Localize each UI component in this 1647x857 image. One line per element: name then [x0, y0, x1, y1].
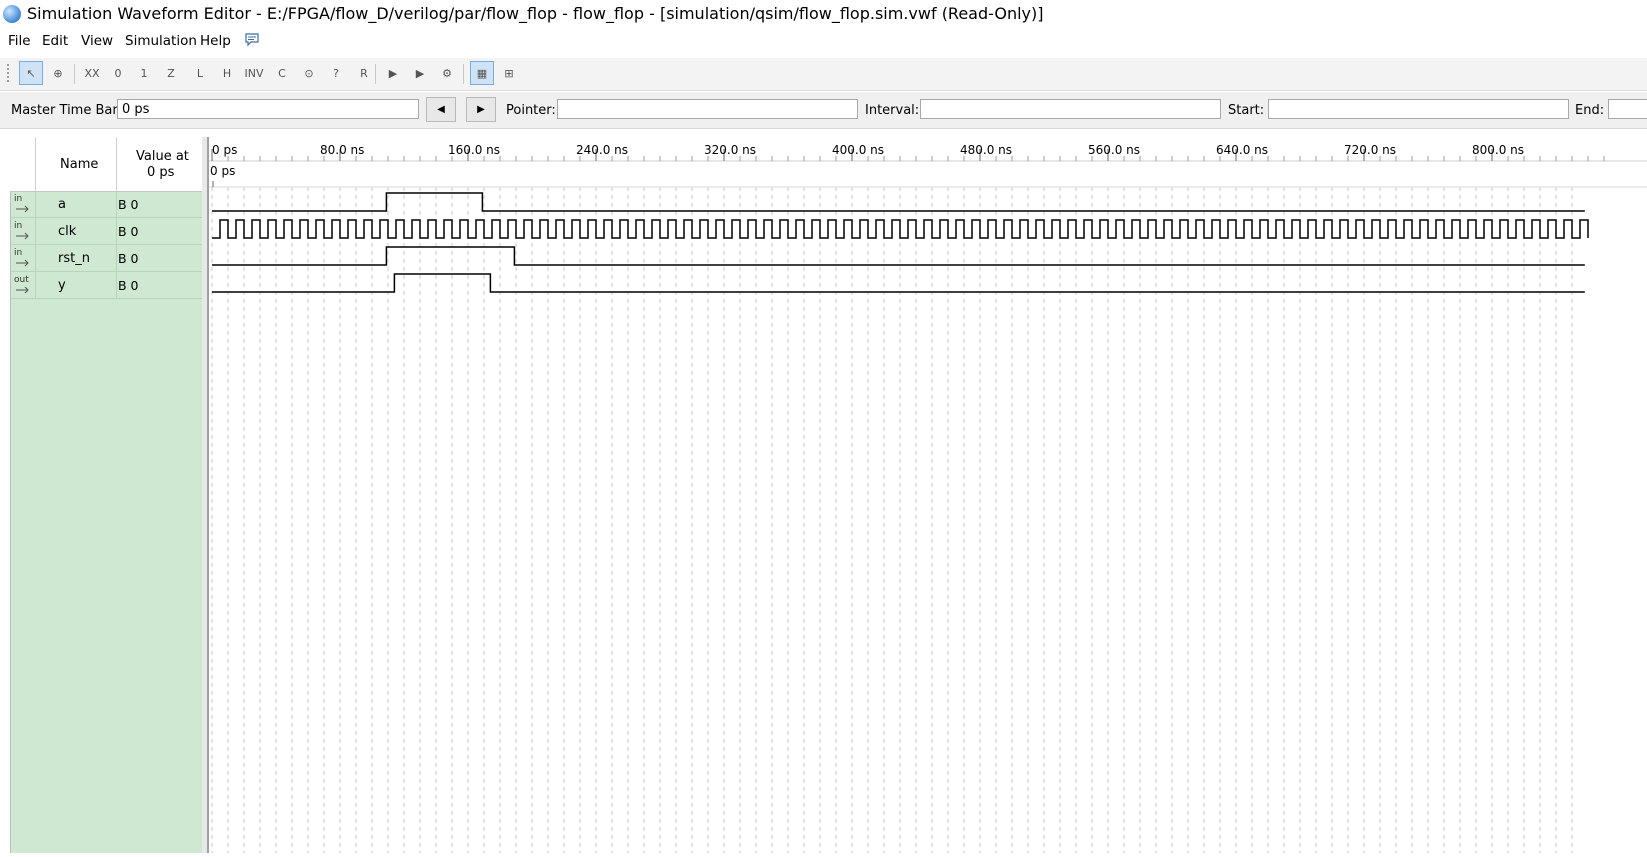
value-column-header[interactable]: Value at — [136, 149, 189, 164]
app-globe-icon — [3, 5, 21, 23]
ruler-label: 800.0 ns — [1472, 143, 1524, 157]
time-bar-row: Master Time Bar: ◀ ▶ Pointer: Interval: … — [0, 92, 1647, 129]
signal-direction: in — [14, 248, 23, 258]
ruler-label: 240.0 ns — [576, 143, 628, 157]
ruler-label: 0 ps — [212, 143, 237, 157]
signal-row[interactable]: in rst_n B 0 — [10, 245, 202, 272]
zoom-tool-icon[interactable]: ⊕ — [46, 61, 70, 85]
window-titlebar: Simulation Waveform Editor - E:/FPGA/flo… — [0, 0, 1647, 28]
end-label: End: — [1575, 103, 1605, 118]
menu-help[interactable]: Help — [200, 33, 231, 49]
waveform-clk — [212, 219, 1589, 239]
end-field[interactable] — [1608, 99, 1647, 119]
high-impedance-icon[interactable]: Z — [159, 61, 183, 85]
signal-name: y — [58, 278, 66, 293]
input-pin-icon — [16, 259, 29, 267]
invert-icon[interactable]: INV — [242, 61, 266, 85]
ruler-label: 480.0 ns — [960, 143, 1012, 157]
signal-row[interactable]: out y B 0 — [10, 272, 202, 299]
menu-view[interactable]: View — [81, 33, 113, 49]
signal-name: rst_n — [58, 251, 90, 266]
signal-value: B 0 — [118, 278, 139, 293]
waveform-rst-n — [212, 246, 1585, 266]
signal-table-header: Name Value at 0 ps — [10, 137, 202, 192]
forcing-high-icon[interactable]: 1 — [132, 61, 156, 85]
menu-simulation[interactable]: Simulation — [125, 33, 197, 49]
interval-field[interactable] — [920, 99, 1221, 119]
ruler-label: 400.0 ns — [832, 143, 884, 157]
input-pin-icon — [16, 232, 29, 240]
signal-value: B 0 — [118, 251, 139, 266]
time-ruler — [209, 137, 1647, 161]
selection-tool-icon[interactable]: ↖ — [19, 61, 43, 85]
menu-edit[interactable]: Edit — [42, 33, 68, 49]
master-time-bar-field[interactable] — [117, 99, 419, 119]
start-field[interactable] — [1268, 99, 1569, 119]
waveform-area[interactable]: 0 ps 80.0 ns 160.0 ns 240.0 ns 320.0 ns 400.0… — [207, 137, 1647, 853]
next-transition-button[interactable]: ▶ — [466, 97, 496, 122]
toolbar-separator — [463, 64, 464, 84]
name-column-header[interactable]: Name — [60, 157, 98, 172]
signal-direction: in — [14, 221, 23, 231]
waveform-y — [212, 273, 1585, 293]
pointer-label: Pointer: — [506, 103, 556, 118]
pointer-field[interactable] — [557, 99, 858, 119]
random-value-icon[interactable]: R — [352, 61, 376, 85]
generate-netlist-icon[interactable]: ⚙ — [435, 61, 459, 85]
weak-low-icon[interactable]: L — [188, 61, 212, 85]
signal-row[interactable]: in a B 0 — [10, 191, 202, 218]
window-title: Simulation Waveform Editor - E:/FPGA/flo… — [27, 4, 1044, 23]
forcing-low-icon[interactable]: 0 — [106, 61, 130, 85]
count-value-icon[interactable]: C — [270, 61, 294, 85]
signal-value: B 0 — [118, 197, 139, 212]
waveform-canvas[interactable]: 0 ps 80.0 ns 160.0 ns 240.0 ns 320.0 ns 400.0… — [209, 137, 1647, 853]
signal-row[interactable]: in clk B 0 — [10, 218, 202, 245]
ruler-label: 640.0 ns — [1216, 143, 1268, 157]
interval-label: Interval: — [865, 103, 920, 118]
menu-file[interactable]: File — [8, 33, 31, 49]
start-label: Start: — [1228, 103, 1265, 118]
input-pin-icon — [16, 205, 29, 213]
ruler-label: 80.0 ns — [320, 143, 364, 157]
forcing-unknown-icon[interactable]: XX — [80, 61, 104, 85]
toolbar-separator — [74, 64, 75, 84]
waveform-a — [212, 192, 1585, 212]
run-timing-simulation-icon[interactable]: ▶ — [408, 61, 432, 85]
comment-bubble-icon[interactable] — [244, 32, 260, 48]
previous-transition-button[interactable]: ◀ — [426, 97, 456, 122]
signal-direction: out — [14, 275, 29, 285]
arbitrary-value-icon[interactable]: ? — [324, 61, 348, 85]
time-cursor-label: 0 ps — [210, 164, 235, 178]
signal-direction: in — [14, 194, 23, 204]
group-icon[interactable]: ⊞ — [497, 61, 521, 85]
toolbar: ↖ ⊕ XX 0 1 Z L H INV C ⊙? R ▶ ▶ ⚙ ▦ ⊞ — [0, 58, 1647, 91]
toolbar-grip[interactable] — [7, 64, 9, 84]
signal-value: B 0 — [118, 224, 139, 239]
snap-to-grid-icon[interactable]: ▦ — [470, 61, 494, 85]
overwrite-clock-icon[interactable]: ⊙ — [297, 61, 321, 85]
output-pin-icon — [16, 286, 29, 294]
signal-name: a — [58, 197, 66, 212]
signal-name: clk — [58, 224, 77, 239]
master-time-bar-label: Master Time Bar: — [11, 103, 122, 118]
weak-high-icon[interactable]: H — [215, 61, 239, 85]
ruler-label: 160.0 ns — [448, 143, 500, 157]
value-column-header-time: 0 ps — [147, 165, 175, 180]
toolbar-separator — [375, 64, 376, 84]
ruler-label: 320.0 ns — [704, 143, 756, 157]
ruler-label: 720.0 ns — [1344, 143, 1396, 157]
ruler-label: 560.0 ns — [1088, 143, 1140, 157]
run-functional-simulation-icon[interactable]: ▶ — [381, 61, 405, 85]
